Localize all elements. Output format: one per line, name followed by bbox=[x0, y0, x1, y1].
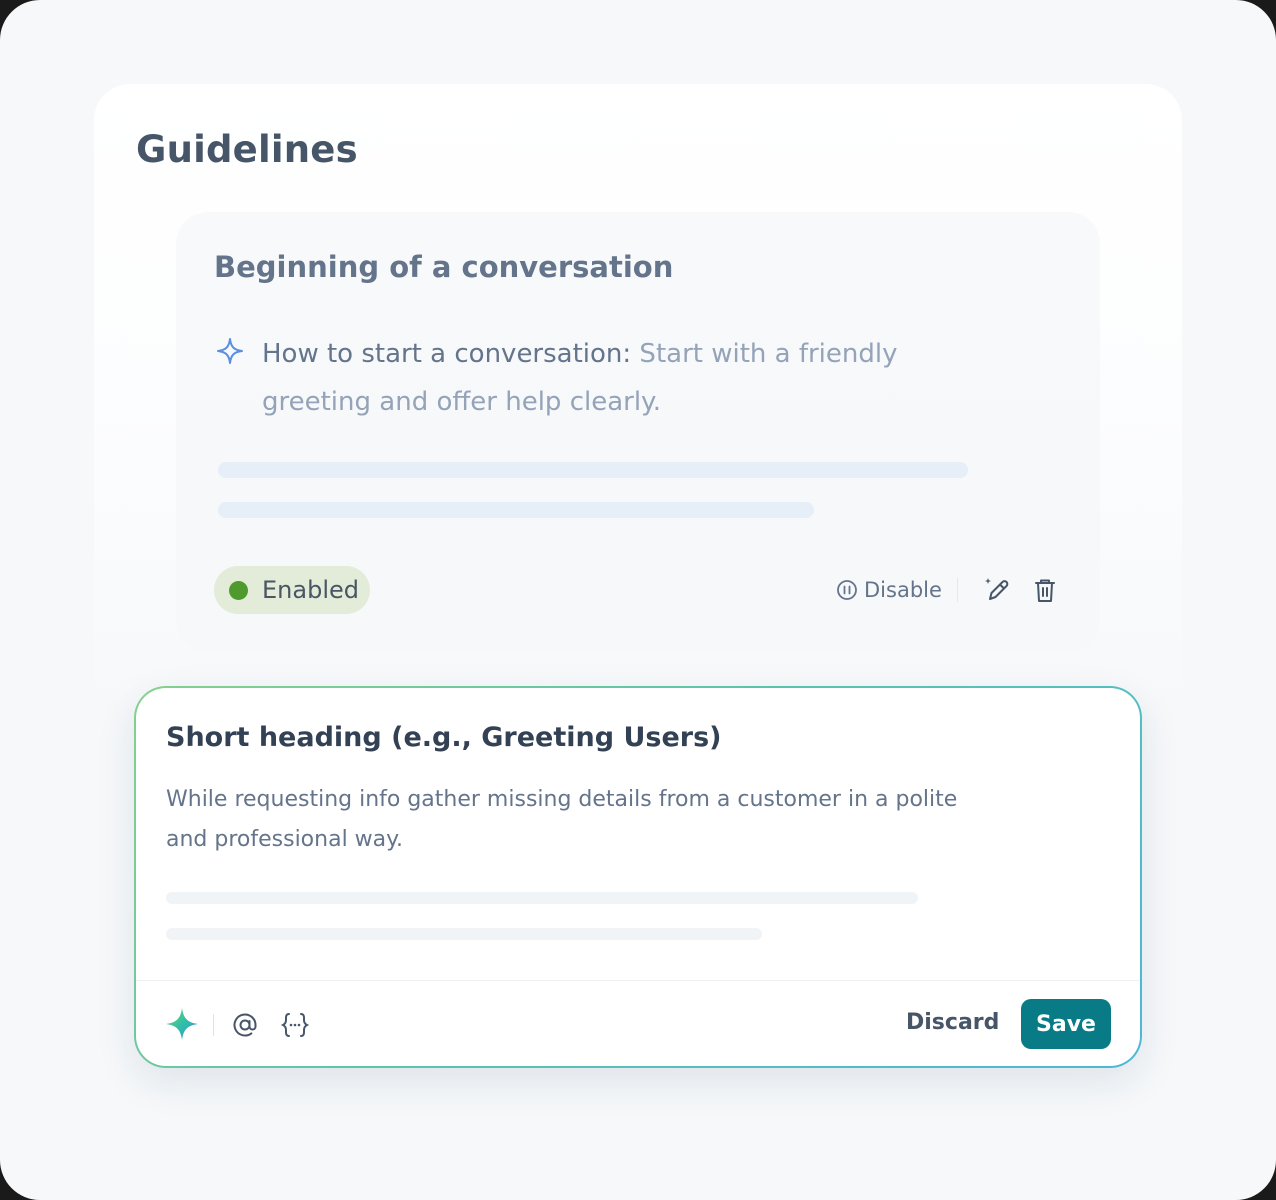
status-badge-label: Enabled bbox=[262, 576, 359, 604]
guideline-item-label: How to start a conversation: bbox=[262, 339, 632, 369]
toolbar-divider bbox=[213, 1014, 214, 1036]
guideline-editor: Short heading (e.g., Greeting Users) Whi… bbox=[134, 686, 1142, 1068]
edit-pen-icon[interactable] bbox=[982, 575, 1012, 605]
page-title: Guidelines bbox=[136, 128, 358, 171]
disable-button-label: Disable bbox=[864, 578, 942, 602]
ai-sparkle-icon[interactable] bbox=[164, 1006, 200, 1042]
disable-button[interactable]: Disable bbox=[836, 575, 942, 605]
skeleton-line bbox=[218, 502, 814, 518]
variable-braces-icon[interactable] bbox=[280, 1010, 310, 1040]
skeleton-line bbox=[166, 928, 762, 940]
discard-button[interactable]: Discard bbox=[906, 1010, 999, 1035]
editor-divider bbox=[136, 980, 1140, 981]
pause-circle-icon bbox=[837, 580, 857, 600]
save-button[interactable]: Save bbox=[1021, 999, 1111, 1049]
at-sign-icon[interactable] bbox=[230, 1010, 260, 1040]
trash-icon[interactable] bbox=[1030, 575, 1060, 605]
editor-body-input[interactable]: While requesting info gather missing det… bbox=[166, 780, 996, 860]
sparkle-outline-icon bbox=[217, 338, 243, 364]
app-frame: Guidelines Beginning of a conversation H… bbox=[0, 0, 1276, 1200]
guideline-editor-body: Short heading (e.g., Greeting Users) Whi… bbox=[136, 688, 1140, 1066]
skeleton-line bbox=[166, 892, 918, 904]
status-dot bbox=[229, 580, 248, 600]
guideline-card-title: Beginning of a conversation bbox=[214, 250, 674, 284]
divider bbox=[957, 578, 958, 602]
guideline-item: How to start a conversation: Start with … bbox=[262, 330, 942, 426]
editor-heading-input[interactable]: Short heading (e.g., Greeting Users) bbox=[166, 722, 722, 753]
status-badge: Enabled bbox=[214, 566, 370, 614]
skeleton-line bbox=[218, 462, 968, 478]
